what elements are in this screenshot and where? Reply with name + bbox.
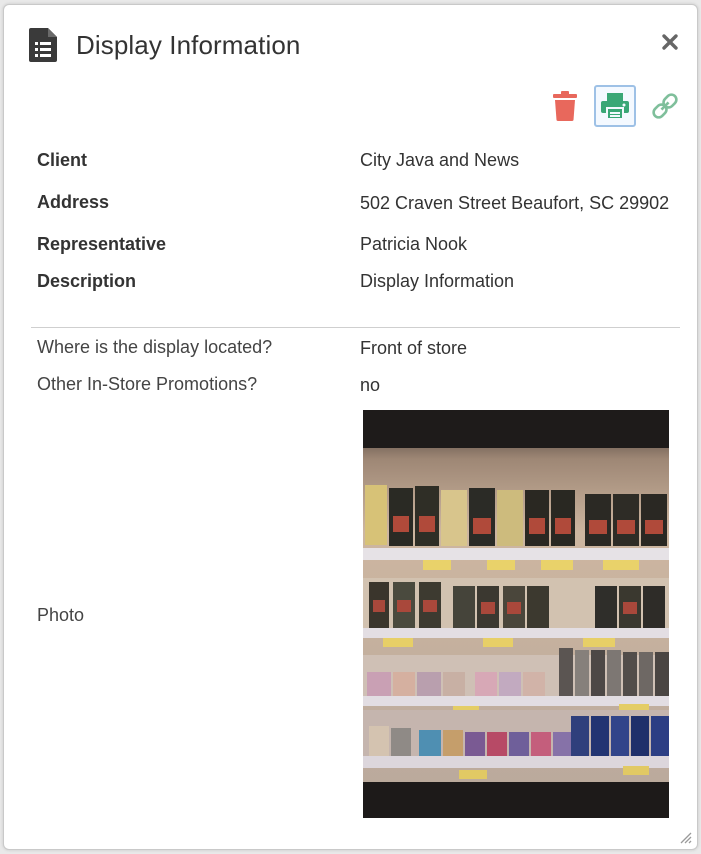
display-location-label: Where is the display located? <box>37 337 273 357</box>
link-icon <box>652 93 678 119</box>
section-divider <box>31 327 680 328</box>
address-value: 502 Craven Street Beaufort, SC 29902 <box>360 192 670 213</box>
document-list-icon <box>29 28 57 62</box>
close-icon[interactable] <box>661 33 679 51</box>
trash-icon <box>553 91 577 121</box>
print-button[interactable] <box>594 85 636 127</box>
address-row: Address 502 Craven Street Beaufort, SC 2… <box>37 179 677 226</box>
client-row: Client City Java and News <box>37 142 677 179</box>
client-label: Client <box>37 150 88 170</box>
top-shelf-products <box>365 485 667 546</box>
action-toolbar <box>544 85 686 127</box>
dialog-title: Display Information <box>76 29 301 60</box>
representative-value: Patricia Nook <box>360 234 468 254</box>
photo-label: Photo <box>37 605 85 625</box>
bottom-shelf-products <box>363 710 669 760</box>
copy-link-button[interactable] <box>644 85 686 127</box>
display-location-row: Where is the display located? Front of s… <box>37 329 677 366</box>
address-label: Address <box>37 192 110 212</box>
description-label: Description <box>37 271 137 291</box>
details-section: Client City Java and News Address 502 Cr… <box>37 142 677 300</box>
store-display-shelf-photo[interactable] <box>363 410 669 818</box>
photo-row: Photo <box>37 410 677 818</box>
description-value: Display Information <box>360 271 515 291</box>
client-value: City Java and News <box>360 150 520 170</box>
promotions-label: Other In-Store Promotions? <box>37 374 258 394</box>
lower-shelf-products <box>363 648 669 700</box>
printer-icon <box>601 93 629 120</box>
dialog-header: Display Information <box>28 25 300 65</box>
promotions-value: no <box>360 374 381 395</box>
representative-row: Representative Patricia Nook <box>37 226 677 263</box>
description-row: Description Display Information <box>37 263 677 300</box>
display-location-value: Front of store <box>360 337 468 358</box>
promotions-row: Other In-Store Promotions? no <box>37 366 677 403</box>
resize-grip-icon[interactable] <box>678 830 692 844</box>
delete-button[interactable] <box>544 85 586 127</box>
middle-shelf-products <box>363 578 669 630</box>
representative-label: Representative <box>37 234 167 254</box>
display-information-dialog: Display Information Client City Java and… <box>3 4 698 850</box>
answers-section: Where is the display located? Front of s… <box>37 329 677 403</box>
